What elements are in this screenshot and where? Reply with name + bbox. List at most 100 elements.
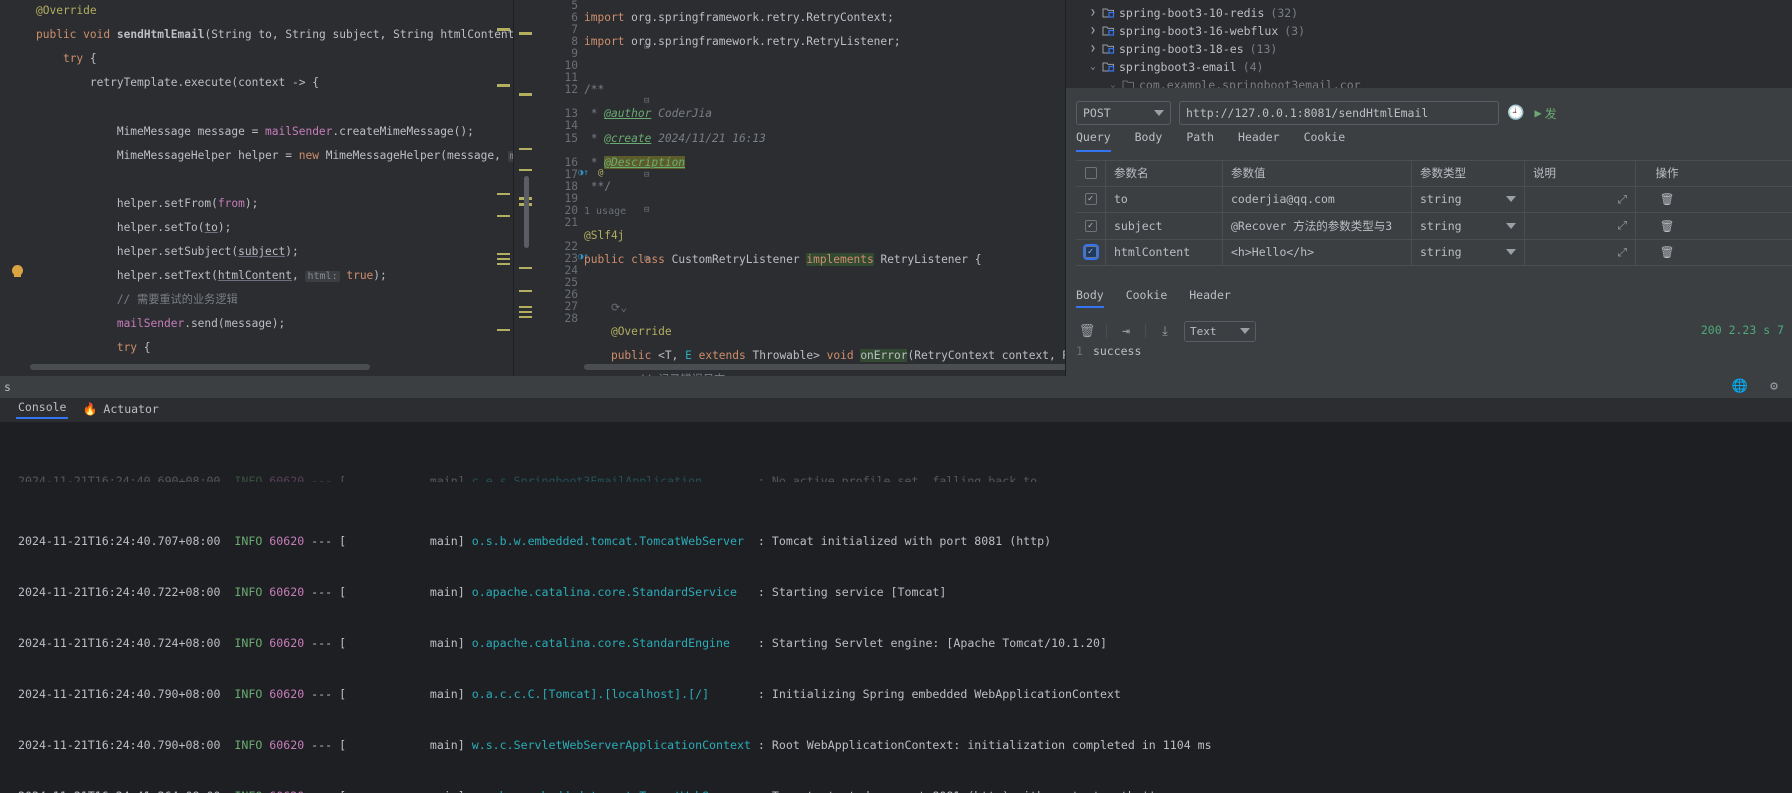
history-clock-icon[interactable]: 🕘 [1507, 105, 1524, 121]
response-format-select[interactable]: Text [1184, 320, 1256, 342]
expand-icon[interactable]: ⤢ [1618, 245, 1627, 260]
left-code-text[interactable]: @Override public void sendHtmlEmail(Stri… [36, 0, 513, 369]
chevron-right-icon[interactable]: ❯ [1084, 26, 1102, 36]
tree-item-label: springboot3-email [1119, 60, 1237, 74]
param-type-select[interactable]: string [1412, 186, 1525, 212]
tab-console[interactable]: Console [16, 400, 69, 419]
param-type-select[interactable]: string [1412, 239, 1525, 265]
gear-icon[interactable]: ⚙ [1770, 379, 1778, 394]
response-line-number: 1 [1076, 344, 1083, 358]
param-name[interactable]: subject [1106, 213, 1223, 239]
expand-icon[interactable]: ⤢ [1618, 192, 1627, 207]
intention-bulb-icon[interactable] [12, 265, 23, 277]
request-tabs[interactable]: Query Body Path Header Cookie [1076, 130, 1345, 152]
mid-marker-stripe[interactable] [514, 0, 534, 376]
param-desc[interactable]: ⤢ [1525, 239, 1636, 265]
delete-param-button[interactable]: 🗑 [1636, 240, 1698, 266]
left-gutter[interactable] [0, 0, 30, 376]
table-row[interactable]: htmlContent <h>Hello</h> string ⤢ 🗑 [1076, 239, 1792, 266]
tree-item-redis[interactable]: ❯ spring-boot3-10-redis (32) [1066, 4, 1792, 22]
select-all-cell[interactable] [1076, 161, 1106, 186]
flame-icon: 🔥 [82, 402, 98, 416]
param-desc[interactable]: ⤢ [1525, 186, 1636, 212]
param-name[interactable]: to [1106, 186, 1223, 212]
tree-item-label: com.example.springboot3email.cor [1139, 78, 1361, 88]
top-area: @Override public void sendHtmlEmail(Stri… [0, 0, 1792, 376]
response-tabs[interactable]: Body Cookie Header [1076, 288, 1231, 308]
mid-hscrollbar[interactable] [584, 364, 1065, 370]
row-checkbox[interactable] [1082, 244, 1099, 261]
th-param-value: 参数值 [1223, 161, 1412, 186]
tree-item-es[interactable]: ❯ spring-boot3-18-es (13) [1066, 40, 1792, 58]
param-value[interactable]: <h>Hello</h> [1223, 239, 1412, 265]
expand-icon[interactable]: ⤢ [1618, 218, 1627, 233]
left-code-editor[interactable]: @Override public void sendHtmlEmail(Stri… [0, 0, 513, 376]
tab-query[interactable]: Query [1076, 130, 1111, 152]
table-row[interactable]: subject @Recover 方法的参数类型与3 string ⤢ 🗑 [1076, 213, 1792, 240]
status-code: 200 [1700, 323, 1722, 337]
trash-icon[interactable]: 🗑 [1660, 219, 1675, 233]
globe-icon[interactable]: 🌐 [1732, 379, 1748, 394]
project-tree[interactable]: ❯ spring-boot3-10-redis (32) ❯ spring-bo… [1066, 0, 1792, 88]
request-url-input[interactable]: http://127.0.0.1:8081/sendHtmlEmail [1179, 101, 1499, 125]
tree-item-webflux[interactable]: ❯ spring-boot3-16-webflux (3) [1066, 22, 1792, 40]
param-name[interactable]: htmlContent [1106, 239, 1223, 265]
trash-icon[interactable]: 🗑 [1660, 245, 1675, 259]
row-checkbox-cell[interactable] [1076, 213, 1106, 239]
console-tab-bar[interactable]: Console 🔥 Actuator [0, 398, 1792, 420]
left-marker-stripe[interactable] [495, 0, 511, 376]
response-tab-header[interactable]: Header [1189, 288, 1231, 308]
param-value[interactable]: coderjia@qq.com [1223, 186, 1412, 212]
package-folder-icon [1122, 79, 1139, 88]
module-folder-icon [1102, 25, 1119, 37]
tab-cookie[interactable]: Cookie [1304, 130, 1346, 152]
delete-param-button[interactable]: 🗑 [1636, 213, 1698, 239]
console-log-output[interactable]: 2024-11-21T16:24:40.690+08:00 INFO 60620… [0, 422, 1792, 793]
trash-icon[interactable]: 🗑 [1660, 192, 1675, 206]
chevron-right-icon[interactable]: ❯ [1084, 8, 1102, 18]
response-tab-body[interactable]: Body [1076, 288, 1104, 308]
row-checkbox-cell[interactable] [1076, 186, 1106, 212]
row-checkbox[interactable] [1084, 193, 1097, 206]
param-desc[interactable]: ⤢ [1525, 213, 1636, 239]
row-checkbox-cell[interactable] [1076, 239, 1106, 265]
th-param-desc: 说明 [1525, 161, 1636, 186]
chevron-down-icon[interactable] [1506, 196, 1516, 203]
chevron-down-icon[interactable] [1506, 249, 1516, 256]
divider [1106, 324, 1107, 338]
chevron-down-icon[interactable] [1240, 328, 1250, 334]
left-hscrollbar[interactable] [30, 364, 370, 370]
http-client-panel: ❯ spring-boot3-10-redis (32) ❯ spring-bo… [1065, 0, 1792, 376]
delete-param-button[interactable]: 🗑 [1636, 187, 1698, 213]
chevron-down-icon[interactable]: ⌄ [1084, 62, 1102, 72]
log-line: 2024-11-21T16:24:40.707+08:00 INFO 60620… [18, 534, 1052, 548]
tab-body[interactable]: Body [1135, 130, 1163, 152]
tab-path[interactable]: Path [1186, 130, 1214, 152]
tree-item-package[interactable]: ⌄ com.example.springboot3email.cor [1066, 76, 1792, 88]
response-tab-cookie[interactable]: Cookie [1126, 288, 1168, 308]
response-body[interactable]: 1 success [1076, 344, 1141, 358]
tree-item-springboot3-email[interactable]: ⌄ springboot3-email (4) [1066, 58, 1792, 76]
mid-code-editor[interactable]: 5 6 7 8 9 10 11 12 13 14 15 16 17 18 19 … [513, 0, 1065, 376]
row-checkbox[interactable] [1084, 219, 1097, 232]
log-line: 2024-11-21T16:24:40.790+08:00 INFO 60620… [18, 738, 1212, 752]
wrap-text-icon[interactable]: ⇥ [1115, 321, 1137, 341]
select-all-checkbox[interactable] [1084, 167, 1097, 180]
param-value[interactable]: @Recover 方法的参数类型与3 [1223, 213, 1412, 239]
ide-window: @Override public void sendHtmlEmail(Stri… [0, 0, 1792, 793]
http-method-select[interactable]: POST [1076, 101, 1171, 125]
chevron-right-icon[interactable]: ❯ [1084, 44, 1102, 54]
save-download-icon[interactable]: ⤓ [1154, 321, 1176, 341]
send-request-button[interactable]: ▶ 发 [1534, 105, 1556, 122]
chevron-down-icon[interactable]: ⌄ [1104, 80, 1122, 88]
tab-actuator[interactable]: 🔥 Actuator [82, 402, 160, 416]
table-row[interactable]: to coderjia@qq.com string ⤢ 🗑 [1076, 186, 1792, 213]
mid-code-text[interactable]: import org.springframework.retry.RetryCo… [584, 0, 1065, 376]
log-line: 2024-11-21T16:24:41.264+08:00 INFO 60620… [0, 788, 1792, 793]
param-type-select[interactable]: string [1412, 213, 1525, 239]
send-label: 发 [1544, 106, 1557, 121]
clear-icon[interactable]: 🗑 [1076, 321, 1098, 341]
chevron-down-icon[interactable] [1506, 222, 1516, 229]
chevron-down-icon[interactable] [1154, 110, 1164, 116]
tab-header[interactable]: Header [1238, 130, 1280, 152]
